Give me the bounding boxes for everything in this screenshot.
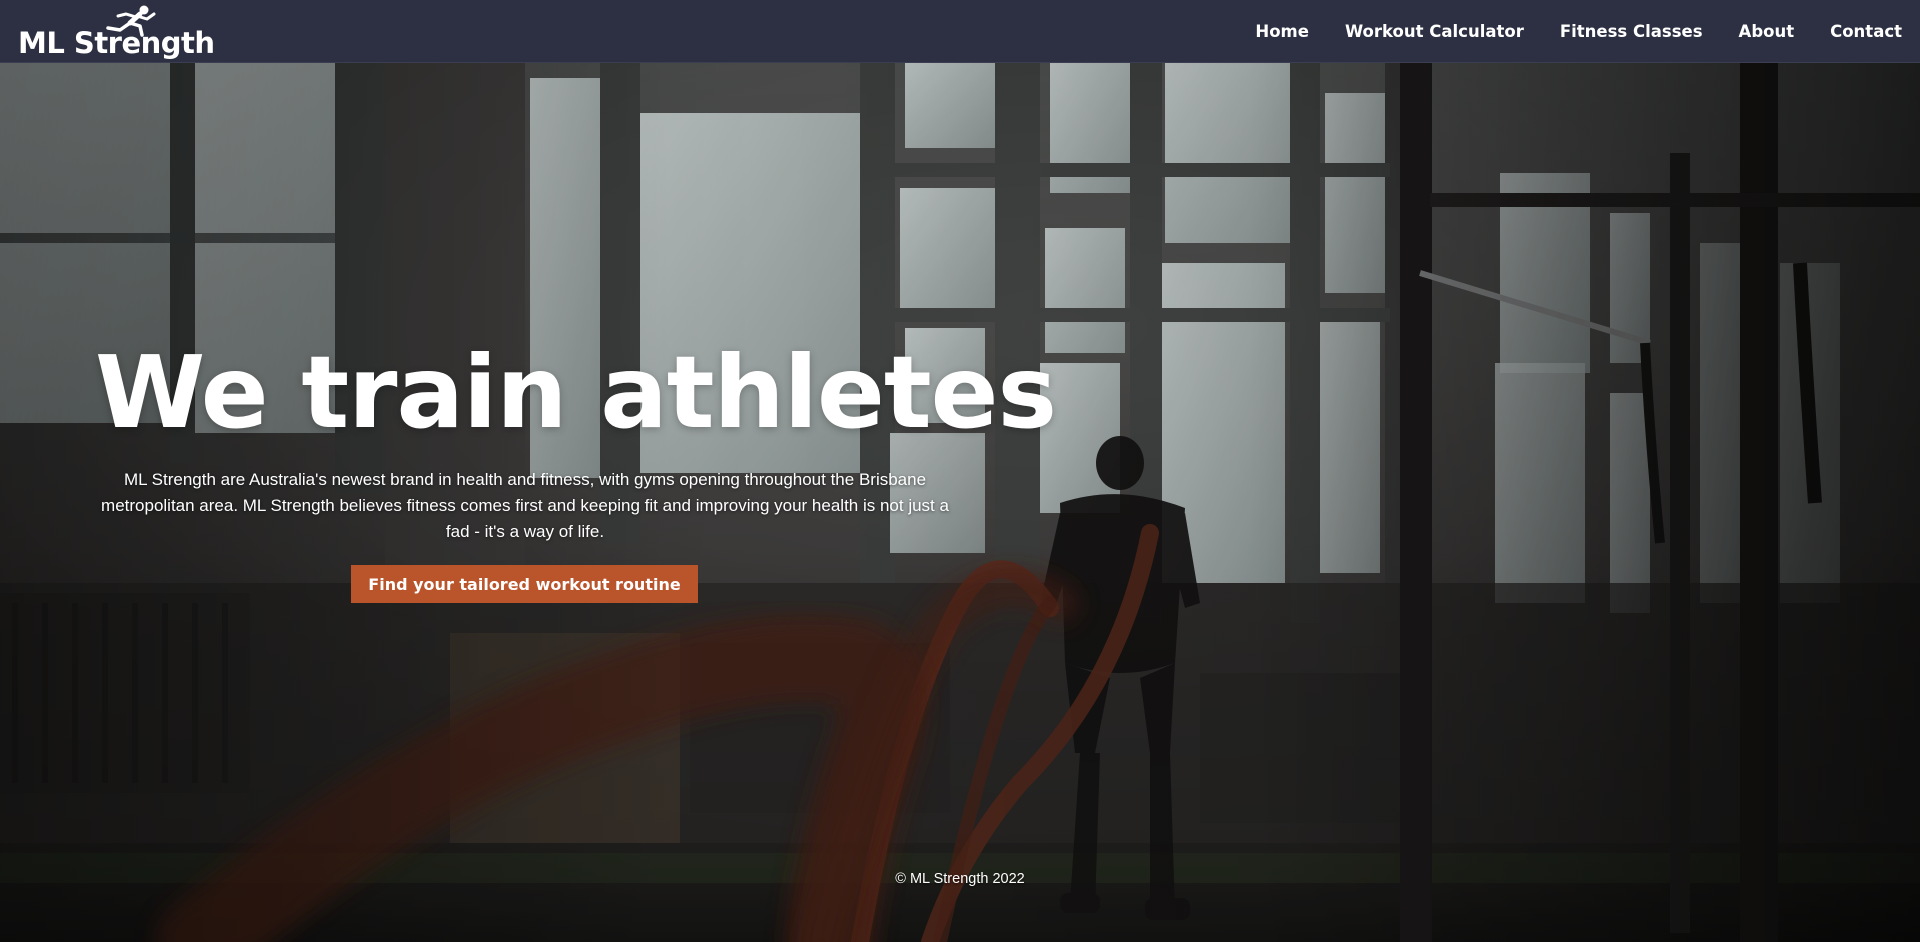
hero-description: ML Strength are Australia's newest brand… <box>101 470 949 541</box>
hero-content: We train athletes ML Strength are Austra… <box>95 334 1057 603</box>
brand-logo[interactable]: ML Strength <box>18 4 215 60</box>
nav-workout-calculator[interactable]: Workout Calculator <box>1345 22 1524 41</box>
nav-about[interactable]: About <box>1739 22 1795 41</box>
main-nav: Home Workout Calculator Fitness Classes … <box>1255 0 1902 63</box>
brand-name: ML Strength <box>18 26 215 60</box>
nav-home[interactable]: Home <box>1255 22 1309 41</box>
footer-copyright: © ML Strength 2022 <box>895 871 1025 887</box>
hero-title: We train athletes <box>95 334 1057 451</box>
hero-section: We train athletes ML Strength are Austra… <box>0 63 1920 942</box>
nav-fitness-classes[interactable]: Fitness Classes <box>1560 22 1703 41</box>
site-header: ML Strength Home Workout Calculator Fitn… <box>0 0 1920 63</box>
nav-contact[interactable]: Contact <box>1830 22 1902 41</box>
find-workout-routine-button[interactable]: Find your tailored workout routine <box>351 565 698 603</box>
